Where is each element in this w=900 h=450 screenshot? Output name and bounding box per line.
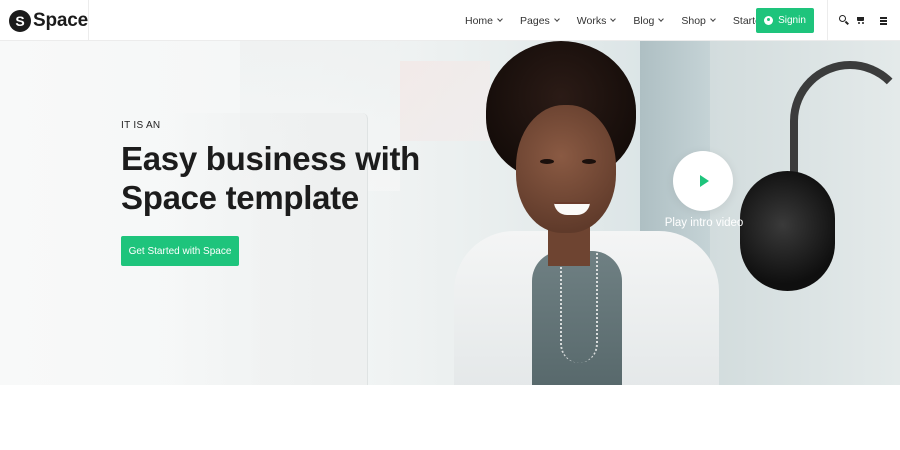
- nav-item-works[interactable]: Works: [576, 14, 617, 27]
- chevron-down-icon: [553, 16, 560, 22]
- menu-icon[interactable]: [877, 13, 891, 27]
- chevron-down-icon: [497, 16, 503, 22]
- signin-button[interactable]: Signin: [756, 8, 814, 33]
- play-video-button[interactable]: [673, 151, 733, 211]
- chevron-down-icon: [710, 16, 716, 22]
- hero-section: IT IS AN Easy business with Space templa…: [0, 41, 900, 385]
- main-nav: Home Pages Works Blog Shop Starter: [465, 0, 782, 41]
- person-eye: [540, 159, 554, 164]
- get-started-button[interactable]: Get Started with Space: [121, 236, 239, 266]
- menu-bar: [880, 23, 887, 25]
- nav-item-home[interactable]: Home: [465, 14, 503, 27]
- menu-bar: [880, 17, 887, 19]
- hero-tagline: IT IS AN: [121, 120, 161, 131]
- search-icon[interactable]: [837, 13, 851, 27]
- cart-icon[interactable]: [855, 13, 869, 27]
- person-eye: [582, 159, 596, 164]
- nav-item-label: Works: [576, 14, 607, 27]
- nav-item-label: Shop: [681, 14, 706, 27]
- play-video-label[interactable]: Play intro video: [660, 217, 748, 229]
- logo-mark: S: [9, 9, 31, 32]
- menu-bar: [880, 20, 887, 22]
- nav-item-label: Home: [465, 14, 494, 27]
- person-necklace: [560, 253, 598, 363]
- nav-item-shop[interactable]: Shop: [681, 14, 716, 27]
- headphones-cup: [740, 171, 835, 291]
- header-divider: [827, 0, 828, 41]
- hero-headline: Easy business with Space template: [121, 139, 441, 217]
- nav-item-label: Blog: [633, 14, 655, 27]
- signin-label: Signin: [778, 15, 806, 26]
- nav-item-pages[interactable]: Pages: [520, 14, 560, 27]
- background-building: [400, 61, 490, 141]
- play-icon: [700, 175, 709, 187]
- chevron-down-icon: [658, 16, 665, 22]
- hero-headline-line: Space template: [121, 179, 359, 216]
- chevron-down-icon: [610, 16, 617, 22]
- nav-item-label: Pages: [520, 14, 550, 27]
- brand-logo[interactable]: S Space: [0, 0, 89, 41]
- site-header: S Space Home Pages Works Blog Shop Start…: [0, 0, 900, 41]
- logo-text: Space: [33, 9, 88, 31]
- hero-headline-line: Easy business with: [121, 140, 421, 177]
- nav-item-blog[interactable]: Blog: [633, 14, 665, 27]
- user-icon: [764, 16, 774, 25]
